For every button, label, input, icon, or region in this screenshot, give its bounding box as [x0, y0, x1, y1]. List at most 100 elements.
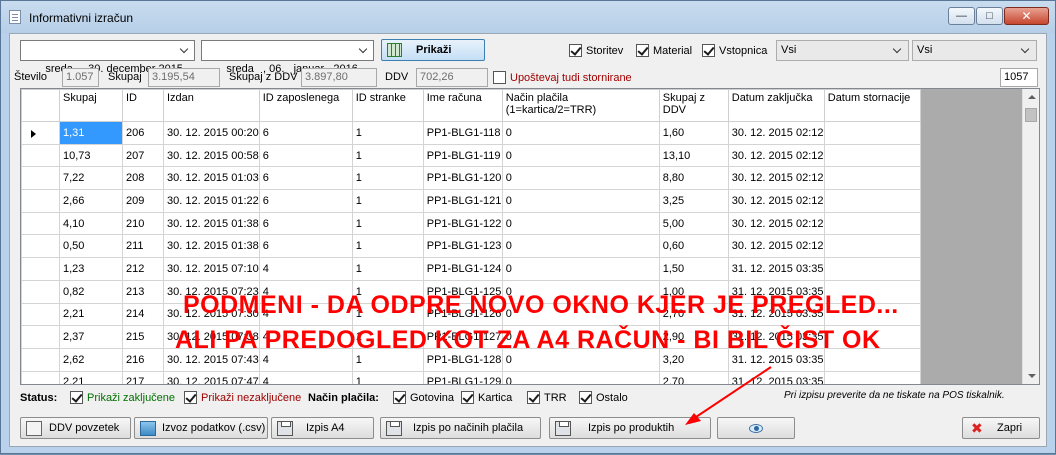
col-header[interactable]: Način plačila (1=kartica/2=TRR) [501, 89, 660, 122]
table-cell[interactable]: 210 [122, 211, 164, 236]
table-row[interactable]: 4,10 210 30. 12. 2015 01:38 6 1 PP1-BLG1-122 0… [21, 211, 921, 236]
print-payment-methods-button[interactable]: Izpis po načinih plačila [380, 417, 541, 439]
table-cell[interactable]: 4 [258, 257, 353, 281]
table-row[interactable]: 2,21 217 30. 12. 2015 07:47 4 1 PP1-BLG1-129 0… [21, 370, 921, 384]
table-cell[interactable]: 1,60 [658, 121, 729, 145]
table-cell[interactable]: 31. 12. 2015 03:35 [727, 370, 825, 384]
table-cell[interactable]: 31. 12. 2015 03:35 [727, 347, 825, 372]
table-cell[interactable] [823, 279, 921, 304]
row-header[interactable] [21, 143, 60, 168]
table-cell[interactable]: 5,00 [658, 211, 729, 236]
table-cell[interactable]: 13,10 [658, 143, 729, 168]
title-bar[interactable]: Informativni izračun — □ ✕ [1, 1, 1055, 33]
scroll-down-icon[interactable] [1028, 374, 1036, 378]
print-a4-button[interactable]: Izpis A4 [271, 417, 374, 439]
table-cell[interactable]: 0,50 [59, 234, 123, 259]
print-by-products-button[interactable]: Izpis po produktih [549, 417, 711, 439]
col-header[interactable]: Datum stornacije [823, 89, 921, 122]
kartica-checkbox[interactable]: Kartica [461, 391, 512, 404]
zapri-button[interactable]: ✖ Zapri [962, 417, 1040, 439]
table-cell[interactable]: 1 [351, 347, 424, 372]
table-cell[interactable]: 30. 12. 2015 02:12 [727, 234, 825, 259]
col-header[interactable]: Datum zaključka [727, 89, 825, 122]
export-csv-button[interactable]: Izvoz podatkov (.csv) [134, 417, 268, 439]
table-cell[interactable]: 4 [258, 370, 353, 384]
table-cell[interactable]: 214 [122, 302, 164, 327]
table-cell[interactable]: 1 [351, 211, 424, 236]
col-header[interactable]: ID [122, 89, 164, 122]
table-cell[interactable]: 6 [258, 211, 353, 236]
table-row[interactable]: 2,62 216 30. 12. 2015 07:43 4 1 PP1-BLG1-128 0… [21, 347, 921, 372]
data-grid[interactable]: Skupaj ID Izdan ID zaposlenega ID strank… [20, 88, 1040, 385]
table-cell[interactable]: 0 [501, 234, 660, 259]
table-cell[interactable] [823, 166, 921, 191]
ostalo-checkbox[interactable]: Ostalo [579, 391, 628, 404]
nezakljucene-checkbox[interactable]: Prikaži nezaključene [184, 391, 301, 404]
table-cell[interactable]: 1 [351, 121, 424, 145]
table-cell[interactable]: 6 [258, 189, 353, 213]
table-cell[interactable]: 0 [501, 189, 660, 213]
table-cell[interactable]: 4,10 [59, 211, 123, 236]
table-cell[interactable]: 4 [258, 347, 353, 372]
table-cell[interactable]: PP1-BLG1-129 [422, 370, 503, 384]
row-header[interactable] [21, 166, 60, 191]
table-cell[interactable]: 30. 12. 2015 02:12 [727, 143, 825, 168]
minimize-button[interactable]: — [948, 7, 975, 25]
checkbox-checked-icon[interactable] [184, 391, 197, 404]
table-cell[interactable]: 217 [122, 370, 164, 384]
table-row[interactable]: 0,50 211 30. 12. 2015 01:38 6 1 PP1-BLG1-123 0… [21, 234, 921, 259]
table-cell[interactable] [823, 347, 921, 372]
chevron-down-icon[interactable] [892, 44, 902, 54]
col-header[interactable]: ID zaposlenega [258, 89, 353, 122]
table-cell[interactable]: 30. 12. 2015 02:12 [727, 121, 825, 145]
table-cell[interactable]: 30. 12. 2015 01:38 [163, 211, 260, 236]
table-cell[interactable]: 2,62 [59, 347, 123, 372]
table-cell[interactable]: 4 [258, 325, 353, 349]
table-cell[interactable]: 0 [501, 370, 660, 384]
row-header[interactable] [21, 347, 60, 372]
table-cell[interactable]: 8,80 [658, 166, 729, 191]
table-cell[interactable]: 0,82 [59, 279, 123, 304]
table-cell[interactable]: 206 [122, 121, 164, 145]
checkbox-unchecked-icon[interactable] [493, 71, 506, 84]
table-row[interactable]: 1,31 206 30. 12. 2015 00:20 6 1 PP1-BLG1-118 0… [21, 121, 921, 145]
maximize-button[interactable]: □ [976, 7, 1003, 25]
table-row[interactable]: 7,22 208 30. 12. 2015 01:03 6 1 PP1-BLG1-120 0… [21, 166, 921, 191]
table-cell[interactable]: 7,22 [59, 166, 123, 191]
table-cell[interactable]: PP1-BLG1-128 [422, 347, 503, 372]
zakljucene-checkbox[interactable]: Prikaži zaključene [70, 391, 175, 404]
table-cell[interactable]: 30. 12. 2015 07:10 [163, 257, 260, 281]
table-row[interactable]: 2,66 209 30. 12. 2015 01:22 6 1 PP1-BLG1-121 0… [21, 189, 921, 213]
table-cell[interactable]: 31. 12. 2015 03:35 [727, 257, 825, 281]
date-to-picker[interactable]: sreda , 06. januar 2016 [201, 40, 374, 75]
table-cell[interactable]: 2,70 [658, 370, 729, 384]
table-cell[interactable] [823, 302, 921, 327]
table-cell[interactable]: 4 [258, 279, 353, 304]
row-header[interactable] [21, 211, 60, 236]
vstopnica-checkbox[interactable]: Vstopnica [702, 44, 767, 57]
table-cell[interactable]: 0,60 [658, 234, 729, 259]
scroll-up-icon[interactable] [1028, 95, 1036, 99]
chevron-down-icon[interactable] [1020, 44, 1030, 54]
col-header[interactable]: Skupaj [59, 89, 123, 122]
table-cell[interactable]: 1,50 [658, 257, 729, 281]
table-cell[interactable]: 30. 12. 2015 07:47 [163, 370, 260, 384]
filter-combo-2[interactable]: Vsi [912, 40, 1037, 61]
table-cell[interactable]: 30. 12. 2015 02:12 [727, 189, 825, 213]
table-cell[interactable]: 0 [501, 279, 660, 304]
table-cell[interactable]: 30. 12. 2015 00:58 [163, 143, 260, 168]
table-cell[interactable]: 215 [122, 325, 164, 349]
table-cell[interactable]: 1,31 [59, 121, 123, 145]
col-header[interactable]: ID stranke [351, 89, 424, 122]
table-cell[interactable] [823, 370, 921, 384]
table-cell[interactable]: 6 [258, 166, 353, 191]
table-cell[interactable]: 3,20 [658, 347, 729, 372]
row-header[interactable] [21, 257, 60, 281]
checkbox-checked-icon[interactable] [702, 44, 715, 57]
table-cell[interactable]: 209 [122, 189, 164, 213]
checkbox-checked-icon[interactable] [527, 391, 540, 404]
table-cell[interactable]: 6 [258, 143, 353, 168]
table-cell[interactable]: 1 [351, 189, 424, 213]
table-cell[interactable]: 6 [258, 234, 353, 259]
table-cell[interactable]: 1 [351, 234, 424, 259]
